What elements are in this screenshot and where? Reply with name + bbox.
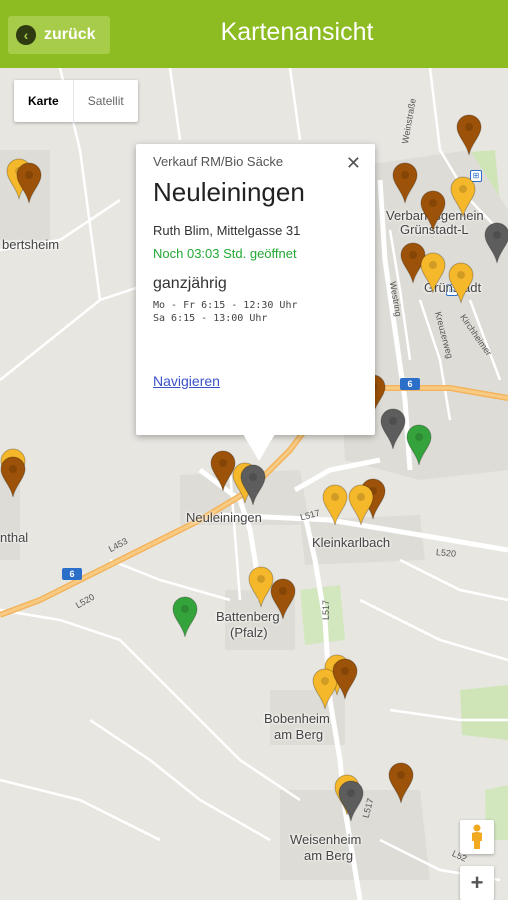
map-marker-brown[interactable] bbox=[270, 578, 296, 620]
map-marker-brown[interactable] bbox=[16, 162, 42, 204]
map-marker-gray[interactable] bbox=[380, 408, 406, 450]
map-marker-brown[interactable] bbox=[388, 762, 414, 804]
map-marker-gray[interactable] bbox=[338, 780, 364, 822]
map-type-map-button[interactable]: Karte bbox=[14, 80, 74, 122]
info-hours-saturday: Sa 6:15 - 13:00 Uhr bbox=[153, 313, 268, 324]
map-marker-brown[interactable] bbox=[392, 162, 418, 204]
road-label-l517-b: L517 bbox=[321, 599, 332, 621]
navigate-link[interactable]: Navigieren bbox=[153, 373, 220, 389]
info-name: Neuleiningen bbox=[153, 177, 305, 207]
map-marker-brown[interactable] bbox=[0, 456, 26, 498]
place-label-nthal: nthal bbox=[0, 530, 29, 545]
map-marker-brown[interactable] bbox=[420, 190, 446, 232]
place-label-pfalz: (Pfalz) bbox=[230, 625, 268, 640]
info-window-tail bbox=[243, 434, 275, 461]
map-marker-gray[interactable] bbox=[484, 222, 508, 264]
place-label-bobenheim: Bobenheim bbox=[264, 711, 330, 726]
info-season: ganzjährig bbox=[153, 275, 227, 292]
map-marker-yellow[interactable] bbox=[348, 484, 374, 526]
map-type-satellite-button[interactable]: Satellit bbox=[74, 80, 138, 122]
map-marker-green[interactable] bbox=[406, 424, 432, 466]
autobahn-a6-shield-2: 6 bbox=[400, 378, 420, 390]
info-hours-weekday: Mo - Fr 6:15 - 12:30 Uhr bbox=[153, 300, 298, 311]
map-marker-gray[interactable] bbox=[240, 464, 266, 506]
place-label-weisenheim: Weisenheim bbox=[290, 832, 362, 847]
map-marker-green[interactable] bbox=[172, 596, 198, 638]
place-label-am-berg-1: am Berg bbox=[274, 727, 324, 742]
map-marker-yellow[interactable] bbox=[450, 176, 476, 218]
info-address: Ruth Blim, Mittelgasse 31 bbox=[153, 223, 301, 238]
map-marker-brown[interactable] bbox=[332, 658, 358, 700]
road-label-l520-b: L520 bbox=[435, 547, 457, 559]
map-marker-yellow[interactable] bbox=[420, 252, 446, 294]
info-window: ✕ Verkauf RM/Bio Säcke Neuleiningen Ruth… bbox=[136, 144, 375, 435]
close-icon[interactable]: ✕ bbox=[346, 153, 361, 174]
page-title: Kartenansicht bbox=[220, 18, 374, 46]
info-hours: Mo - Fr 6:15 - 12:30 Uhr Sa 6:15 - 13:00… bbox=[153, 299, 358, 325]
place-label-am-berg-2: am Berg bbox=[304, 848, 354, 863]
map-marker-yellow[interactable] bbox=[322, 484, 348, 526]
app-header: ‹ zurück Kartenansicht bbox=[0, 0, 508, 68]
place-label-neuleiningen: Neuleiningen bbox=[186, 510, 262, 525]
autobahn-a6-shield-1: 6 bbox=[62, 568, 82, 580]
place-label-kleinkarlbach: Kleinkarlbach bbox=[312, 535, 391, 550]
zoom-in-button[interactable]: + bbox=[460, 866, 494, 900]
map-type-control: Karte Satellit bbox=[14, 80, 138, 122]
place-label-bertsheim: bertsheim bbox=[2, 237, 60, 252]
pegman-icon[interactable] bbox=[460, 820, 494, 854]
info-category: Verkauf RM/Bio Säcke bbox=[153, 154, 284, 169]
info-open-status: Noch 03:03 Std. geöffnet bbox=[153, 246, 297, 261]
map-marker-brown[interactable] bbox=[456, 114, 482, 156]
map-marker-yellow[interactable] bbox=[448, 262, 474, 304]
